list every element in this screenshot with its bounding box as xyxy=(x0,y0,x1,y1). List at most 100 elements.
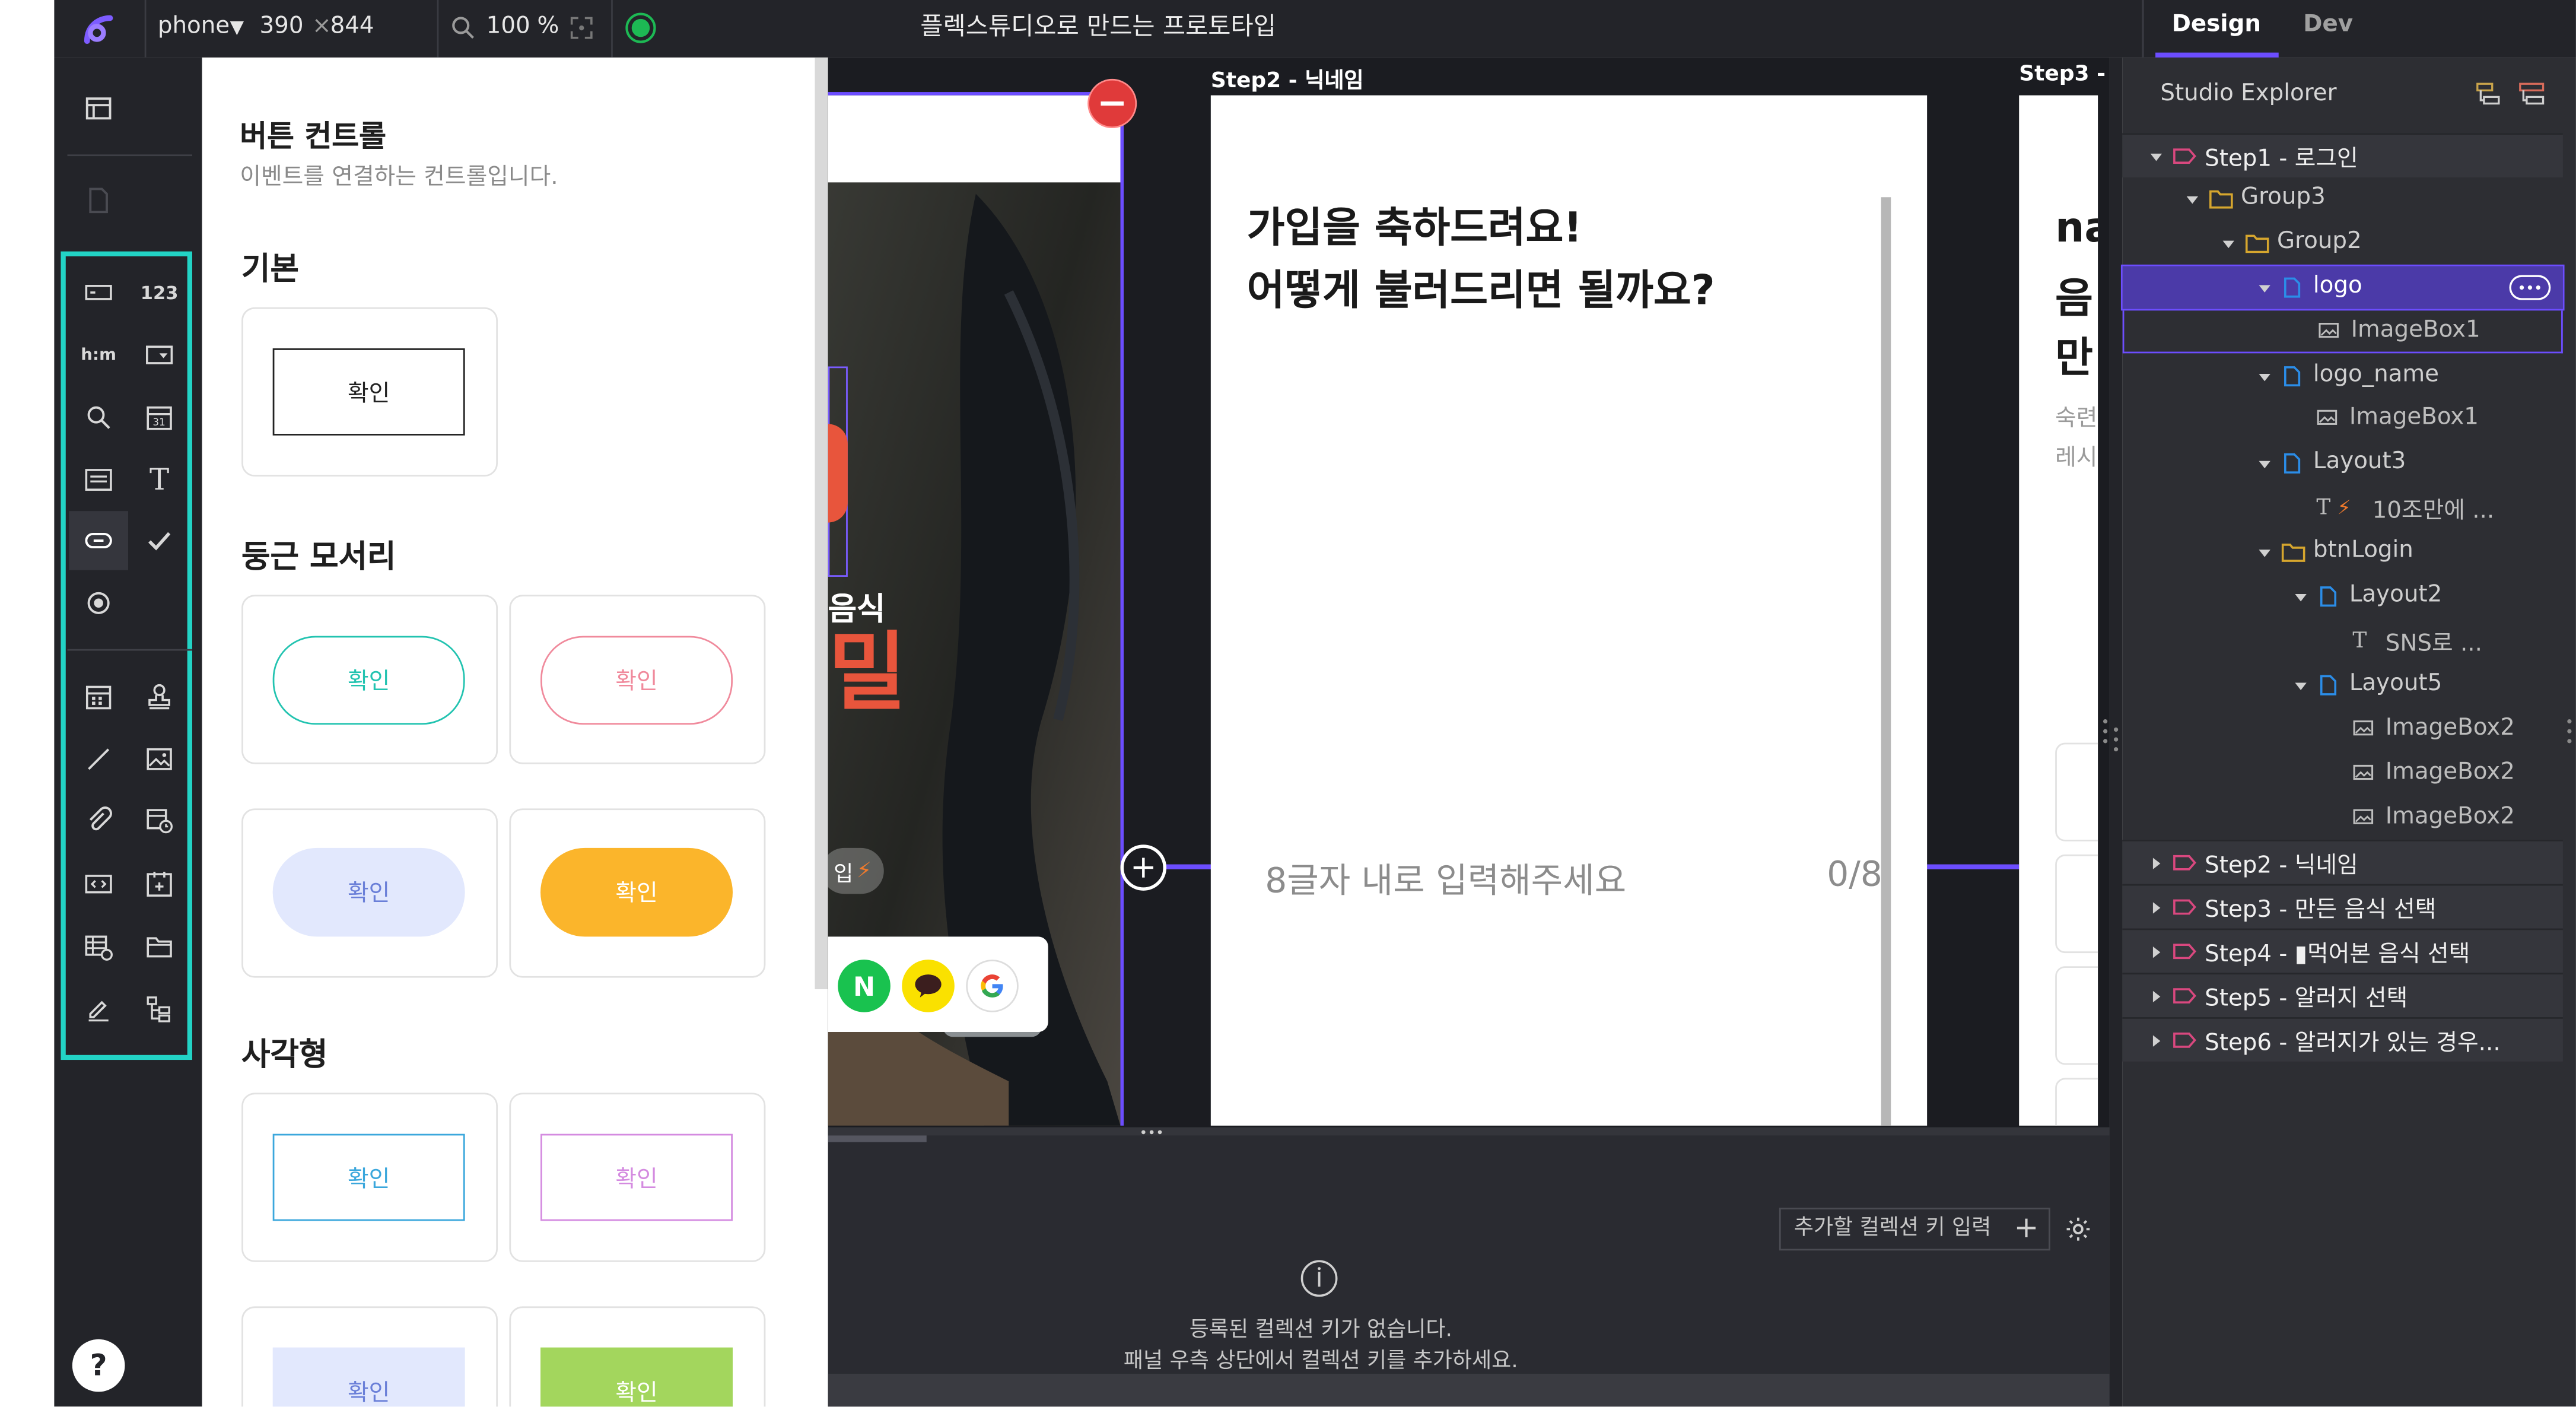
option-card[interactable] xyxy=(2055,1078,2098,1126)
scroll-thumb[interactable] xyxy=(828,1135,927,1142)
button-preset-card[interactable]: 확인 xyxy=(509,1092,766,1262)
tree-item[interactable]: Step2 - 닉네임 xyxy=(2122,840,2563,885)
tree-item[interactable]: ImageBox2 xyxy=(2123,796,2563,839)
caret-right-icon[interactable] xyxy=(2149,901,2164,916)
remove-screen-button[interactable] xyxy=(1087,78,1137,128)
tree-item[interactable]: Step3 - 만든 음식 선택 xyxy=(2122,884,2563,929)
panel-scrollbar[interactable] xyxy=(815,57,828,989)
schedule-icon[interactable] xyxy=(136,797,183,843)
search-icon[interactable] xyxy=(75,395,122,441)
tree-item[interactable]: ImageBox2 xyxy=(2123,752,2563,795)
layout-icon[interactable] xyxy=(75,85,122,132)
tree-item[interactable]: Layout5 xyxy=(2123,663,2563,706)
caret-down-icon[interactable] xyxy=(2257,458,2272,472)
tree-item[interactable]: Step5 - 알러지 선택 xyxy=(2122,973,2563,1018)
button-preset-card[interactable]: 확인 xyxy=(241,595,498,764)
step2-screen[interactable]: 가입을 축하드려요! 어떻게 불러드리면 될까요? 8글자 내로 입력해주세요 … xyxy=(1210,95,1928,1126)
tree-item[interactable]: Group3 xyxy=(2123,177,2563,220)
tree-item[interactable]: Step6 - 알러지가 있는 경우... xyxy=(2122,1017,2563,1062)
step1-screen[interactable]: 음식 밀 입 ⚡ N xyxy=(828,95,1121,1126)
caret-down-icon[interactable] xyxy=(2257,369,2272,384)
more-options-icon[interactable] xyxy=(2508,274,2551,300)
caret-right-icon[interactable] xyxy=(2149,945,2164,960)
caret-down-icon[interactable] xyxy=(2294,678,2308,693)
caret-down-icon[interactable] xyxy=(2257,546,2272,561)
input-field-icon[interactable] xyxy=(75,269,122,316)
button-control-icon[interactable] xyxy=(75,517,122,564)
naver-login-button[interactable]: N xyxy=(838,960,891,1012)
event-calendar-icon[interactable] xyxy=(136,861,183,907)
page-icon[interactable] xyxy=(75,177,122,224)
tree-item[interactable]: logo xyxy=(2120,263,2565,310)
settings-icon[interactable] xyxy=(2063,1214,2093,1244)
date-picker-icon[interactable]: 31 xyxy=(136,395,183,441)
add-connection-button[interactable] xyxy=(1120,844,1167,891)
collapse-all-icon[interactable] xyxy=(2474,79,2504,109)
tree-view-icon[interactable] xyxy=(136,986,183,1032)
tree-item[interactable]: ImageBox1 xyxy=(2122,310,2563,353)
calendar-icon[interactable] xyxy=(75,674,122,720)
resize-handle[interactable] xyxy=(2101,715,2110,748)
step3-frame-label[interactable]: Step3 - xyxy=(2019,62,2106,87)
signature-icon[interactable] xyxy=(75,986,122,1032)
tree-item[interactable]: logo_name xyxy=(2123,354,2563,397)
attachment-icon[interactable] xyxy=(75,797,122,843)
tree-item[interactable]: ImageBox1 xyxy=(2123,398,2563,441)
button-preset-card[interactable]: 확인 xyxy=(509,595,766,764)
time-picker-icon[interactable]: h:m xyxy=(75,332,122,378)
step2-frame-label[interactable]: Step2 - 닉네임 xyxy=(1211,62,1364,94)
button-preset-card[interactable]: 확인 xyxy=(509,1306,766,1407)
dropdown-icon[interactable] xyxy=(136,332,183,378)
google-login-button[interactable] xyxy=(966,960,1019,1012)
step2-scrollbar[interactable] xyxy=(1881,197,1891,1126)
collection-key-input[interactable]: 추가할 컬렉션 키 입력 + xyxy=(1779,1208,2050,1251)
image-icon[interactable] xyxy=(136,736,183,783)
tree-item[interactable]: Group2 xyxy=(2123,221,2563,264)
caret-right-icon[interactable] xyxy=(2149,1034,2164,1049)
option-card[interactable] xyxy=(2055,854,2098,954)
caret-down-icon[interactable] xyxy=(2294,590,2308,605)
line-icon[interactable] xyxy=(75,736,122,783)
button-preset-card[interactable]: 확인 xyxy=(509,808,766,978)
tree-item[interactable]: btnLogin xyxy=(2123,531,2563,574)
nickname-input[interactable]: 8글자 내로 입력해주세요 xyxy=(1265,855,1626,904)
radio-icon[interactable] xyxy=(75,580,122,626)
tree-item[interactable]: Step4 - ▮먹어본 음식 선택 xyxy=(2122,929,2563,973)
tree-item[interactable]: Step1 - 로그인 xyxy=(2122,133,2563,178)
textarea-icon[interactable] xyxy=(75,457,122,503)
tree-item[interactable]: T ⚡ 10조만에 ... xyxy=(2123,487,2563,529)
tab-dev[interactable]: Dev xyxy=(2303,11,2353,37)
folder-tab-icon[interactable] xyxy=(136,923,183,970)
stamp-icon[interactable] xyxy=(136,674,183,720)
caret-right-icon[interactable] xyxy=(2149,857,2164,872)
button-preset-card[interactable]: 확인 xyxy=(241,1306,498,1407)
add-key-icon[interactable]: + xyxy=(2014,1209,2039,1249)
tree-item[interactable]: ImageBox2 xyxy=(2123,708,2563,751)
help-button[interactable]: ? xyxy=(72,1339,125,1392)
grid-table-icon[interactable] xyxy=(75,923,122,970)
button-preset-card[interactable]: 확인 xyxy=(241,307,498,477)
tab-design[interactable]: Design xyxy=(2172,11,2261,37)
caret-right-icon[interactable] xyxy=(2149,989,2164,1004)
text-icon[interactable]: T xyxy=(136,457,183,503)
tree-item[interactable]: Layout2 xyxy=(2123,575,2563,618)
number-input-icon[interactable]: 123 xyxy=(136,269,183,316)
vertical-splitter[interactable] xyxy=(2109,57,2123,1407)
tree-item[interactable]: Layout3 xyxy=(2123,443,2563,485)
html-embed-icon[interactable] xyxy=(75,861,122,907)
caret-down-icon[interactable] xyxy=(2257,281,2272,296)
tree-item[interactable]: T SNS로 ... xyxy=(2123,620,2563,662)
caret-down-icon[interactable] xyxy=(2149,150,2164,164)
design-canvas[interactable]: 음식 밀 입 ⚡ N Step2 - 닉네임 가입을 축하드려요! 어떻게 불러… xyxy=(828,57,2110,1136)
caret-down-icon[interactable] xyxy=(2185,192,2200,207)
step3-screen[interactable]: na 음 만 숙련 레시 xyxy=(2019,95,2098,1126)
option-card[interactable] xyxy=(2055,742,2098,841)
button-preset-card[interactable]: 확인 xyxy=(241,1092,498,1262)
button-preset-card[interactable]: 확인 xyxy=(241,808,498,978)
option-card[interactable] xyxy=(2055,966,2098,1065)
kakao-login-button[interactable] xyxy=(902,960,955,1012)
expand-all-icon[interactable] xyxy=(2517,79,2546,109)
caret-down-icon[interactable] xyxy=(2221,236,2236,251)
resize-handle[interactable] xyxy=(2563,715,2576,748)
checkbox-icon[interactable] xyxy=(136,517,183,564)
